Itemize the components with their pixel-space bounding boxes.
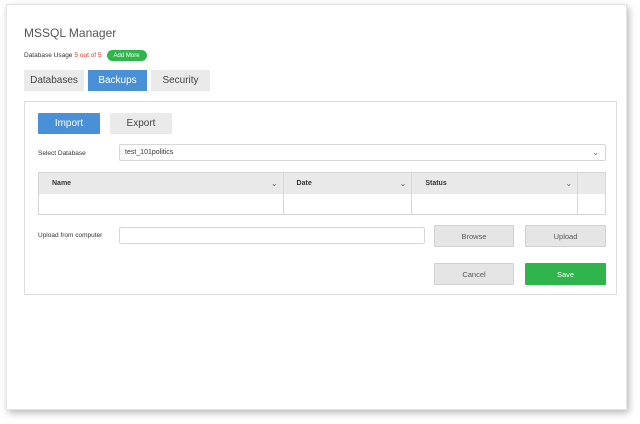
- table-cell-date: [284, 194, 413, 214]
- column-name-label: Name: [52, 180, 72, 187]
- tab-bar: Databases Backups Security: [24, 70, 214, 91]
- upload-from-computer-label: Upload from computer: [38, 232, 103, 239]
- table-cell-extra: [578, 194, 605, 214]
- select-database-value: test_101politics: [125, 149, 174, 156]
- tab-backups[interactable]: Backups: [88, 70, 147, 91]
- app-title: MSSQL Manager: [24, 26, 117, 40]
- app-window: MSSQL Manager Database Usage 5 out of 5 …: [6, 4, 627, 410]
- table-header: Name ⌄ Date ⌄ Status ⌄: [39, 173, 605, 194]
- usage-count: 5 out of 5: [74, 52, 102, 59]
- table-cell-name: [39, 194, 284, 214]
- chevron-down-icon[interactable]: ⌄: [271, 179, 278, 188]
- column-header-name[interactable]: Name ⌄: [39, 173, 284, 194]
- column-header-date[interactable]: Date ⌄: [284, 173, 413, 194]
- cancel-button[interactable]: Cancel: [434, 263, 514, 285]
- upload-file-input[interactable]: [119, 227, 425, 244]
- select-database-dropdown[interactable]: test_101politics ⌄: [119, 144, 606, 161]
- select-database-label: Select Database: [38, 150, 86, 157]
- column-header-extra: [578, 173, 605, 194]
- column-date-label: Date: [296, 180, 312, 187]
- column-header-status[interactable]: Status ⌄: [412, 173, 579, 194]
- usage-label: Database Usage: [24, 52, 73, 59]
- import-button[interactable]: Import: [38, 113, 100, 134]
- save-button[interactable]: Save: [525, 263, 606, 285]
- table-cell-status: [412, 194, 579, 214]
- tab-databases[interactable]: Databases: [24, 70, 84, 91]
- upload-button[interactable]: Upload: [525, 225, 606, 247]
- column-status-label: Status: [425, 180, 447, 187]
- add-more-button[interactable]: Add More: [106, 50, 147, 61]
- chevron-down-icon: ⌄: [592, 148, 599, 157]
- tab-security[interactable]: Security: [151, 70, 210, 91]
- chevron-down-icon[interactable]: ⌄: [400, 179, 407, 188]
- chevron-down-icon[interactable]: ⌄: [565, 179, 572, 188]
- table-row: [39, 194, 605, 214]
- browse-button[interactable]: Browse: [434, 225, 514, 247]
- backups-table: Name ⌄ Date ⌄ Status ⌄: [38, 172, 606, 215]
- backups-panel: Import Export Select Database test_101po…: [24, 101, 617, 295]
- export-button[interactable]: Export: [110, 113, 172, 134]
- database-usage: Database Usage 5 out of 5 Add More: [24, 50, 147, 61]
